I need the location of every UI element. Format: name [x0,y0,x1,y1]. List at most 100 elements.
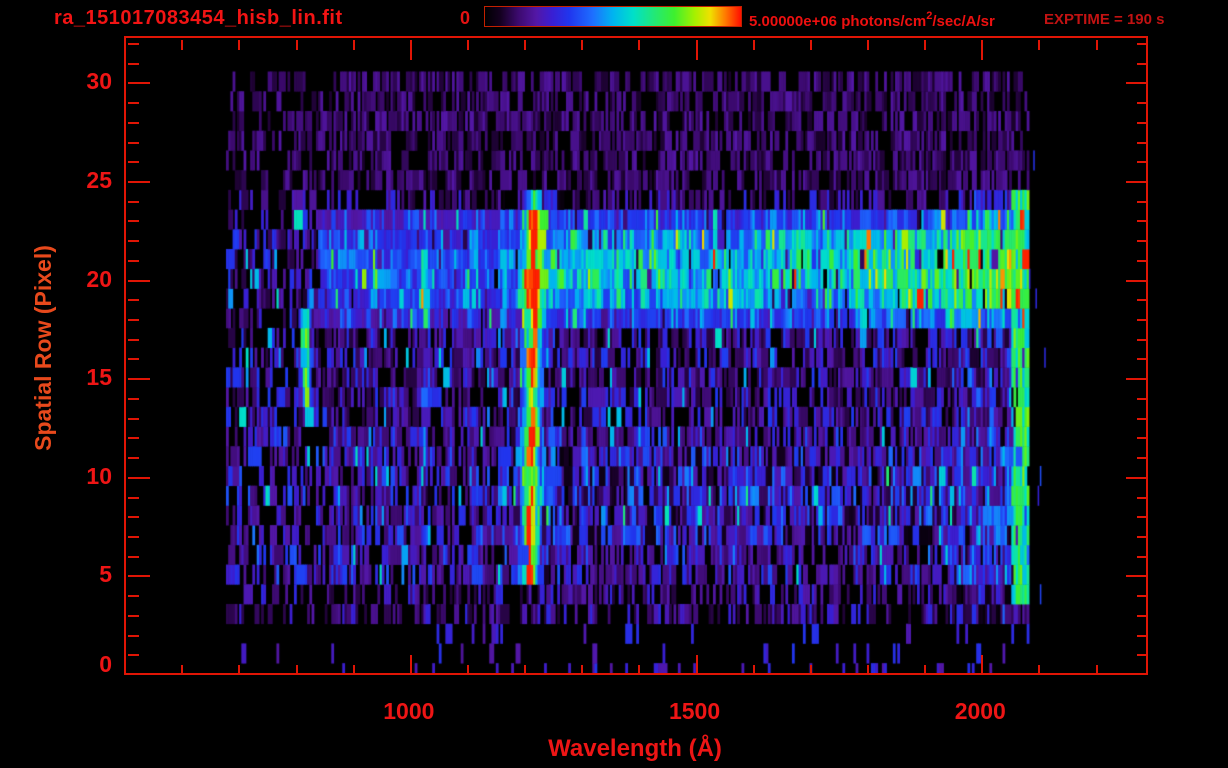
axis-tick [1137,338,1148,341]
axis-tick [128,319,139,322]
axis-tick [1137,240,1148,243]
axis-tick [128,161,139,164]
axis-tick [1126,82,1148,85]
colorbar-min-label: 0 [460,8,471,28]
axis-tick [1137,102,1148,105]
axis-tick [1126,476,1148,479]
axis-tick [128,496,139,499]
axis-tick [1137,319,1148,322]
axis-tick [128,82,150,85]
axis-tick [1137,358,1148,361]
axis-tick [1137,121,1148,124]
exptime-label: EXPTIME = 190 s [1044,11,1165,28]
axis-tick [1137,141,1148,144]
axis-tick [809,40,812,50]
axis-tick [238,40,241,50]
axis-tick [128,180,150,183]
x-tick-label: 1000 [383,698,435,724]
axis-tick [981,40,984,60]
axis-tick [524,665,527,675]
axis-tick [128,417,139,420]
axis-tick [1137,417,1148,420]
axis-tick [1137,634,1148,637]
axis-tick [128,121,139,124]
y-tick-label: 25 [86,166,112,193]
y-axis-title: Spatial Row (Pixel) [30,245,56,451]
axis-tick [128,240,139,243]
axis-tick [1137,200,1148,203]
axis-tick [1126,279,1148,282]
colorbar-units-pre: photons/cm [841,13,927,30]
axis-tick [128,220,139,223]
colorbar-units-post: /sec/A/sr [932,13,995,30]
y-tick-label: 15 [86,364,112,391]
axis-tick [128,378,150,381]
axis-tick [1038,665,1041,675]
axis-tick [581,665,584,675]
colorbar-units-sup: 2 [926,10,933,22]
axis-tick [128,200,139,203]
axis-tick [128,338,139,341]
axis-tick [1126,575,1148,578]
axis-tick [1137,516,1148,519]
axis-tick [867,665,869,675]
axis-tick [128,634,139,637]
axis-tick [128,141,139,144]
axis-tick [1137,397,1148,400]
y-tick-label: 0 [99,651,112,677]
colorbar-gradient [484,6,742,27]
axis-tick [295,665,298,675]
axis-tick [581,40,584,50]
axis-tick [1137,555,1148,558]
axis-tick [1126,378,1148,381]
axis-tick [1137,614,1148,617]
colorbar-max-units-label: 5.00000e+06 photons/cm2/sec/A/sr [749,10,995,30]
axis-tick [128,535,139,538]
axis-tick [128,516,139,519]
axis-tick [128,299,139,302]
axis-tick [695,655,698,675]
axis-tick [1137,62,1148,65]
axis-tick [1137,535,1148,538]
axis-tick [1137,457,1148,460]
y-tick-label: 5 [99,561,112,588]
x-tick-label: 2000 [954,698,1006,724]
axis-tick [409,40,412,60]
axis-tick [128,575,150,578]
axis-tick [128,397,139,400]
axis-tick [128,358,139,361]
axis-tick [467,665,469,675]
y-tick-label: 20 [86,265,112,292]
axis-tick [1137,220,1148,223]
axis-tick [924,665,927,675]
x-tick-label: 1500 [668,698,721,724]
axis-tick [867,40,869,50]
axis-tick [1137,437,1148,440]
axis-tick [1137,259,1148,262]
axis-tick [1137,496,1148,499]
axis-tick [1095,665,1098,675]
spectral-heatmap-image [126,38,1146,673]
axis-tick [295,40,298,50]
axis-tick [128,279,150,282]
axis-tick [1137,42,1148,45]
axis-tick [409,655,412,675]
axis-tick [1126,180,1148,183]
axis-tick [1095,40,1098,50]
axis-tick [128,476,150,479]
axis-tick [638,665,641,675]
axis-tick [128,555,139,558]
axis-tick [128,595,139,598]
axis-tick [1137,654,1148,657]
axis-tick [128,457,139,460]
quicklook-window: ra_151017083454_hisb_lin.fit 0 5.00000e+… [0,0,1228,768]
axis-tick [981,655,984,675]
axis-tick [128,259,139,262]
axis-tick [128,102,139,105]
axis-tick [1137,299,1148,302]
axis-tick [752,665,755,675]
fits-filename-title: ra_151017083454_hisb_lin.fit [54,7,343,29]
axis-tick [352,40,355,50]
axis-tick [467,40,469,50]
axis-tick [924,40,927,50]
